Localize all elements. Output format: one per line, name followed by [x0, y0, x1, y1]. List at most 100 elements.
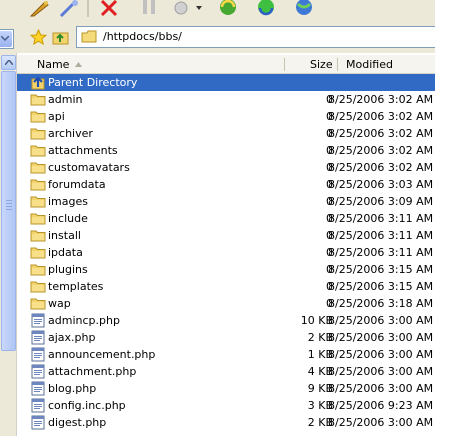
path-text: /httpdocs/bbs/ [103, 30, 182, 43]
row-name: announcement.php [48, 348, 156, 361]
scroll-thumb[interactable] [1, 71, 16, 351]
location-dropdown[interactable] [0, 29, 14, 49]
scroll-up-button[interactable] [1, 55, 16, 70]
globe-icon[interactable] [292, 0, 316, 17]
php-file-icon [30, 364, 46, 379]
file-row[interactable]: admincp.php 10 KB 8/25/2006 3:00 AM [17, 312, 435, 329]
pause-icon[interactable] [140, 0, 160, 17]
file-row[interactable]: blog.php 9 KB 8/25/2006 3:00 AM [17, 380, 435, 397]
row-modified: 8/25/2006 3:11 AM [328, 212, 434, 225]
folder-icon [30, 194, 46, 209]
folder-row[interactable]: forumdata 0 8/25/2006 3:03 AM [17, 176, 435, 193]
folder-icon [30, 228, 46, 243]
column-name-header[interactable]: Name [37, 55, 69, 74]
php-file-icon [30, 347, 46, 362]
folder-open-icon [81, 30, 97, 43]
chevron-up-icon [5, 60, 13, 65]
row-name: Parent Directory [48, 76, 138, 89]
parent-directory-row[interactable]: Parent Directory [17, 74, 435, 91]
row-name: images [48, 195, 88, 208]
row-name: include [48, 212, 88, 225]
folder-row[interactable]: install 0 8/25/2006 3:11 AM [17, 227, 435, 244]
folder-row[interactable]: api 0 8/25/2006 3:02 AM [17, 108, 435, 125]
sync-icon[interactable] [254, 0, 278, 17]
folder-row[interactable]: include 0 8/25/2006 3:11 AM [17, 210, 435, 227]
row-name: templates [48, 280, 104, 293]
row-modified: 8/25/2006 3:11 AM [328, 246, 434, 259]
disconnect-icon[interactable] [58, 0, 80, 18]
path-input[interactable]: /httpdocs/bbs/ [76, 26, 441, 48]
transfer-icon[interactable] [172, 0, 202, 17]
file-row[interactable]: attachment.php 4 KB 8/25/2006 3:00 AM [17, 363, 435, 380]
favorites-star-icon[interactable] [29, 28, 48, 49]
folder-row[interactable]: wap 0 8/25/2006 3:18 AM [17, 295, 435, 312]
folder-row[interactable]: ipdata 0 8/25/2006 3:11 AM [17, 244, 435, 261]
file-list: Name Size Modified Parent Directory admin… [17, 55, 435, 436]
folder-icon [30, 92, 46, 107]
row-name: ajax.php [48, 331, 96, 344]
up-folder-icon[interactable] [52, 29, 70, 49]
vertical-scrollbar[interactable] [0, 53, 17, 436]
row-modified: 8/25/2006 3:02 AM [328, 110, 434, 123]
row-modified: 8/25/2006 3:02 AM [328, 161, 434, 174]
folder-row[interactable]: attachments 0 8/25/2006 3:02 AM [17, 142, 435, 159]
folder-icon [30, 279, 46, 294]
php-file-icon [30, 415, 46, 430]
folder-icon [30, 262, 46, 277]
folder-icon [30, 109, 46, 124]
row-modified: 8/25/2006 3:02 AM [328, 93, 434, 106]
folder-icon [30, 143, 46, 158]
row-name: attachments [48, 144, 118, 157]
sort-ascending-icon [74, 55, 83, 74]
refresh-icon[interactable] [216, 0, 240, 17]
row-modified: 8/25/2006 3:00 AM [328, 314, 434, 327]
file-row[interactable]: ajax.php 2 KB 8/25/2006 3:00 AM [17, 329, 435, 346]
row-name: plugins [48, 263, 88, 276]
row-modified: 8/25/2006 3:00 AM [328, 365, 434, 378]
row-name: ipdata [48, 246, 83, 259]
row-name: customavatars [48, 161, 130, 174]
row-modified: 8/25/2006 3:02 AM [328, 127, 434, 140]
row-name: archiver [48, 127, 93, 140]
folder-row[interactable]: admin 0 8/25/2006 3:02 AM [17, 91, 435, 108]
folder-icon [30, 296, 46, 311]
row-modified: 8/25/2006 9:23 AM [328, 399, 434, 412]
toolbar [0, 0, 435, 23]
row-name: admincp.php [48, 314, 120, 327]
stop-icon[interactable] [99, 0, 119, 17]
row-name: forumdata [48, 178, 106, 191]
chevron-down-icon[interactable] [0, 31, 12, 47]
file-row[interactable]: config.inc.php 3 KB 8/25/2006 9:23 AM [17, 397, 435, 414]
row-modified: 8/25/2006 3:03 AM [328, 178, 434, 191]
file-row[interactable]: digest.php 2 KB 8/25/2006 3:00 AM [17, 414, 435, 431]
row-modified: 8/25/2006 3:18 AM [328, 297, 434, 310]
folder-icon [30, 211, 46, 226]
row-name: admin [48, 93, 83, 106]
php-file-icon [30, 330, 46, 345]
separator [87, 0, 91, 17]
file-row[interactable]: announcement.php 1 KB 8/25/2006 3:00 AM [17, 346, 435, 363]
row-name: blog.php [48, 382, 97, 395]
row-modified: 8/25/2006 3:09 AM [328, 195, 434, 208]
column-header: Name Size Modified [17, 55, 435, 74]
folder-row[interactable]: customavatars 0 8/25/2006 3:02 AM [17, 159, 435, 176]
folder-row[interactable]: plugins 0 8/25/2006 3:15 AM [17, 261, 435, 278]
row-modified: 8/25/2006 3:02 AM [328, 144, 434, 157]
php-file-icon [30, 381, 46, 396]
row-modified: 8/25/2006 3:00 AM [328, 382, 434, 395]
row-modified: 8/25/2006 3:15 AM [328, 263, 434, 276]
right-margin [435, 0, 453, 436]
folder-row[interactable]: images 0 8/25/2006 3:09 AM [17, 193, 435, 210]
folder-row[interactable]: archiver 0 8/25/2006 3:02 AM [17, 125, 435, 142]
row-name: api [48, 110, 65, 123]
php-file-icon [30, 398, 46, 413]
column-modified-header[interactable]: Modified [346, 55, 393, 74]
php-file-icon [30, 313, 46, 328]
folder-icon [30, 126, 46, 141]
row-modified: 8/25/2006 3:00 AM [328, 348, 434, 361]
folder-row[interactable]: templates 0 8/25/2006 3:15 AM [17, 278, 435, 295]
row-modified: 8/25/2006 3:00 AM [328, 331, 434, 344]
row-modified: 8/25/2006 3:00 AM [328, 416, 434, 429]
column-size-header[interactable]: Size [310, 55, 333, 74]
connect-icon[interactable] [28, 0, 50, 17]
